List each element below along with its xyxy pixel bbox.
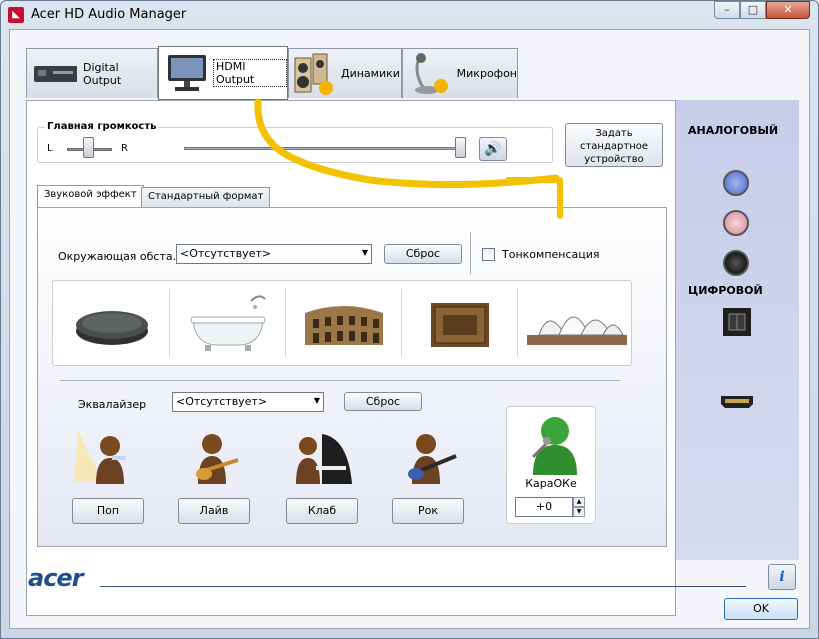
divider xyxy=(517,289,518,357)
karaoke-label: КараОКе xyxy=(525,477,577,490)
tab-hdmi-output[interactable]: HDMI Output xyxy=(158,46,288,100)
microphone-icon xyxy=(415,52,448,94)
bathtub-icon xyxy=(190,295,266,351)
environment-value: <Отсутствует> xyxy=(180,247,272,260)
tab-digital-output[interactable]: Digital Output xyxy=(26,48,158,98)
balance-left-label: L xyxy=(47,143,53,154)
set-default-device-button[interactable]: Задать стандартное устройство xyxy=(565,123,663,167)
hdmi-port-icon[interactable] xyxy=(721,396,753,408)
opera-house-icon xyxy=(527,316,627,345)
client-area: Digital Output HDMI Output Динамики Микр… xyxy=(9,29,810,629)
master-volume-title: Главная громкость xyxy=(45,121,159,132)
blue-jack-icon[interactable] xyxy=(723,170,749,196)
tab-microphone[interactable]: Микрофон xyxy=(402,48,518,98)
tab-speakers[interactable]: Динамики xyxy=(288,48,402,98)
env-preset-opera-house[interactable] xyxy=(519,285,633,361)
env-preset-stone[interactable] xyxy=(55,285,169,361)
karaoke-singer-icon[interactable] xyxy=(507,409,595,479)
optical-port-icon[interactable] xyxy=(723,308,751,336)
env-preset-bathroom[interactable] xyxy=(171,285,285,361)
master-volume-group xyxy=(37,127,553,163)
monitor-icon xyxy=(168,55,206,91)
maximize-button[interactable]: □ xyxy=(740,1,766,19)
tab-default-format[interactable]: Стандартный формат xyxy=(141,187,271,207)
app-window: ◣ Acer HD Audio Manager – □ ✕ Digital Ou… xyxy=(0,0,819,639)
balance-right-label: R xyxy=(121,143,128,154)
tab-label: Digital Output xyxy=(82,60,122,87)
karaoke-down-button[interactable]: ▼ xyxy=(573,507,585,517)
eq-preset-club-figure[interactable] xyxy=(286,426,358,488)
equalizer-value: <Отсутствует> xyxy=(176,395,268,408)
divider xyxy=(60,380,620,381)
window-title: Acer HD Audio Manager xyxy=(31,7,187,22)
equalizer-label: Эквалайзер xyxy=(78,398,147,411)
chevron-down-icon: ▼ xyxy=(313,396,320,405)
tab-label: Динамики xyxy=(341,67,400,80)
pop-singer-icon xyxy=(74,430,126,484)
close-button[interactable]: ✕ xyxy=(766,1,810,19)
speaker-icon: 🔊 xyxy=(484,141,502,157)
divider xyxy=(285,289,286,357)
acer-logo: acer xyxy=(28,564,84,592)
divider xyxy=(169,289,170,357)
eq-preset-rock-figure[interactable] xyxy=(394,426,466,488)
mute-button[interactable]: 🔊 xyxy=(479,137,507,161)
eq-pop-button[interactable]: Поп xyxy=(72,498,144,524)
ok-button[interactable]: OK xyxy=(724,598,798,620)
digital-receiver-icon xyxy=(34,65,77,82)
tab-sound-effect[interactable]: Звуковой эффект xyxy=(37,185,144,207)
divider xyxy=(470,232,471,274)
eq-club-button[interactable]: Клаб xyxy=(286,498,358,524)
pink-jack-icon[interactable] xyxy=(723,210,749,236)
piano-player-icon xyxy=(296,434,352,484)
hdmi-output-panel: Главная громкость L R 🔊 Задать стандартн… xyxy=(26,100,676,616)
tab-label: HDMI Output xyxy=(213,59,287,87)
rock-guitarist-icon xyxy=(408,434,457,484)
karaoke-box: КараОКе +0 ▲ ▼ xyxy=(506,406,596,524)
stone-icon xyxy=(76,311,148,345)
equalizer-select[interactable]: <Отсутствует> ▼ xyxy=(172,392,324,412)
divider xyxy=(401,289,402,357)
guitar-player-icon xyxy=(196,434,239,484)
digital-heading: ЦИФРОВОЙ xyxy=(688,284,763,297)
environment-reset-button[interactable]: Сброс xyxy=(384,244,462,264)
volume-slider-thumb[interactable] xyxy=(455,137,466,158)
speakers-icon xyxy=(294,53,333,95)
minimize-button[interactable]: – xyxy=(714,1,740,19)
eq-preset-live-figure[interactable] xyxy=(178,426,250,488)
karaoke-value[interactable]: +0 xyxy=(515,497,573,517)
info-button[interactable]: i xyxy=(768,564,796,590)
info-icon: i xyxy=(779,569,785,585)
colosseum-icon xyxy=(305,306,383,345)
footer-divider xyxy=(100,586,746,587)
analog-heading: АНАЛОГОВЫЙ xyxy=(688,124,779,137)
karaoke-up-button[interactable]: ▲ xyxy=(573,497,585,507)
balance-slider-thumb[interactable] xyxy=(83,137,94,158)
connector-panel: АНАЛОГОВЫЙ ЦИФРОВОЙ xyxy=(676,100,799,560)
eq-live-button[interactable]: Лайв xyxy=(178,498,250,524)
environment-presets xyxy=(52,280,632,366)
env-preset-box[interactable] xyxy=(403,285,517,361)
tab-label: Микрофон xyxy=(456,67,517,80)
environment-label: Окружающая обста... xyxy=(58,250,184,263)
environment-select[interactable]: <Отсутствует> ▼ xyxy=(176,244,372,264)
app-icon: ◣ xyxy=(8,7,24,23)
eq-preset-pop-figure[interactable] xyxy=(72,426,144,488)
title-bar: ◣ Acer HD Audio Manager – □ ✕ xyxy=(1,1,818,29)
box-icon xyxy=(431,303,489,347)
equalizer-reset-button[interactable]: Сброс xyxy=(344,392,422,411)
sound-effect-panel: Окружающая обста... <Отсутствует> ▼ Сбро… xyxy=(37,207,667,547)
chevron-down-icon: ▼ xyxy=(361,248,368,257)
black-jack-icon[interactable] xyxy=(723,250,749,276)
loudness-label: Тонкомпенсация xyxy=(502,248,600,261)
eq-rock-button[interactable]: Рок xyxy=(392,498,464,524)
env-preset-colosseum[interactable] xyxy=(287,285,401,361)
loudness-checkbox[interactable] xyxy=(482,248,495,261)
volume-slider-track[interactable] xyxy=(184,147,464,150)
